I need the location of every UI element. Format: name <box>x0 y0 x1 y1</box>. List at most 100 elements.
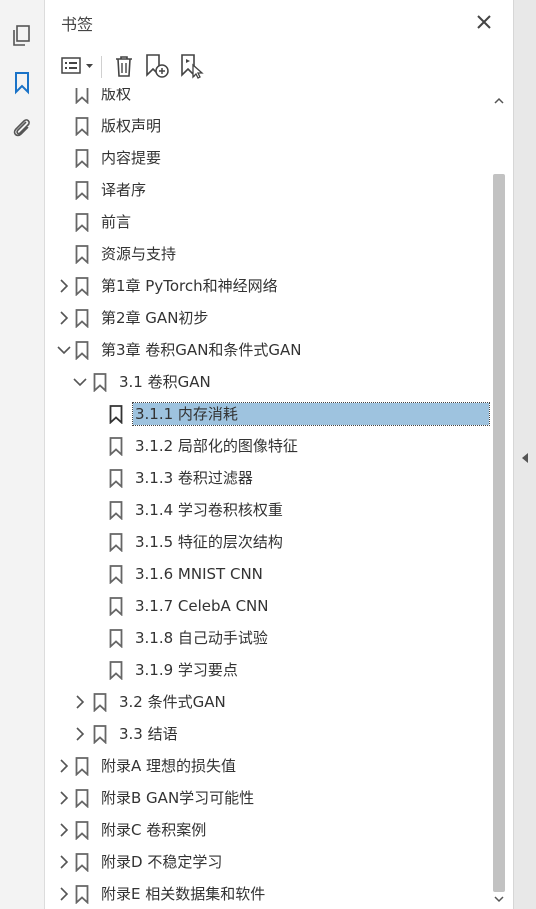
bookmark-row[interactable]: 3.1.3 卷积过滤器 <box>45 462 491 494</box>
bookmark-label[interactable]: 第3章 卷积GAN和条件式GAN <box>99 339 304 361</box>
bookmark-row[interactable]: 译者序 <box>45 174 491 206</box>
bookmark-icon <box>109 597 123 617</box>
chevron-right-icon[interactable] <box>57 278 71 294</box>
bookmark-icon <box>75 341 89 361</box>
chevron-down-icon[interactable] <box>57 342 71 358</box>
bookmark-row[interactable]: 附录A 理想的损失值 <box>45 750 491 782</box>
bookmark-label[interactable]: 3.1.9 学习要点 <box>133 659 240 681</box>
scroll-down-icon[interactable] <box>491 893 507 905</box>
bookmark-row[interactable]: 3.1 卷积GAN <box>45 366 491 398</box>
bookmark-label[interactable]: 3.1.4 学习卷积核权重 <box>133 499 285 521</box>
bookmark-row[interactable]: 附录B GAN学习可能性 <box>45 782 491 814</box>
navigation-rail <box>0 0 45 909</box>
bookmark-row[interactable]: 附录C 卷积案例 <box>45 814 491 846</box>
bookmark-icon <box>109 469 123 489</box>
bookmark-row[interactable]: 3.1.9 学习要点 <box>45 654 491 686</box>
bookmark-label[interactable]: 版权声明 <box>99 115 163 137</box>
bookmark-icon <box>75 853 89 873</box>
bookmark-row[interactable]: 3.1.7 CelebA CNN <box>45 590 491 622</box>
bookmark-row[interactable]: 3.1.8 自己动手试验 <box>45 622 491 654</box>
bookmark-select-icon[interactable] <box>179 52 205 80</box>
bookmark-label[interactable]: 第2章 GAN初步 <box>99 307 210 329</box>
bookmark-label[interactable]: 3.2 条件式GAN <box>117 691 228 713</box>
bookmark-label[interactable]: 附录D 不稳定学习 <box>99 851 224 873</box>
toolbar-separator <box>101 56 102 78</box>
bookmark-icon <box>75 88 89 105</box>
scrollbar-thumb[interactable] <box>493 174 505 892</box>
bookmark-icon <box>75 885 89 905</box>
scroll-up-icon[interactable] <box>491 95 507 107</box>
bookmark-icon <box>109 533 123 553</box>
bookmark-label[interactable]: 3.1.2 局部化的图像特征 <box>133 435 300 457</box>
bookmark-row[interactable]: 第3章 卷积GAN和条件式GAN <box>45 334 491 366</box>
close-icon[interactable] <box>473 11 495 33</box>
chevron-right-icon[interactable] <box>57 886 71 902</box>
bookmarks-icon[interactable] <box>8 69 36 97</box>
panel-title: 书签 <box>61 15 94 34</box>
vertical-scrollbar[interactable] <box>491 90 507 909</box>
bookmark-label[interactable]: 3.1.6 MNIST CNN <box>133 563 265 585</box>
bookmark-row[interactable]: 版权声明 <box>45 110 491 142</box>
bookmark-label[interactable]: 第1章 PyTorch和神经网络 <box>99 275 280 297</box>
bookmark-label[interactable]: 3.3 结语 <box>117 723 180 745</box>
collapse-left-icon[interactable] <box>520 452 530 464</box>
chevron-right-icon[interactable] <box>57 854 71 870</box>
bookmark-label[interactable]: 3.1.7 CelebA CNN <box>133 595 271 617</box>
chevron-right-icon[interactable] <box>57 758 71 774</box>
bookmark-label[interactable]: 3.1.1 内存消耗 <box>132 402 490 426</box>
bookmark-icon <box>109 501 123 521</box>
bookmark-icon <box>75 117 89 137</box>
bookmark-row[interactable]: 附录D 不稳定学习 <box>45 846 491 878</box>
bookmark-row[interactable]: 3.1.4 学习卷积核权重 <box>45 494 491 526</box>
bookmark-row[interactable]: 3.1.1 内存消耗 <box>45 398 491 430</box>
bookmark-row[interactable]: 3.1.2 局部化的图像特征 <box>45 430 491 462</box>
bookmark-icon <box>75 277 89 297</box>
pages-icon[interactable] <box>8 22 36 50</box>
chevron-right-icon[interactable] <box>57 822 71 838</box>
bookmark-label[interactable]: 附录A 理想的损失值 <box>99 755 238 777</box>
bookmark-icon <box>109 437 123 457</box>
bookmark-icon <box>109 405 123 425</box>
bookmark-row[interactable]: 前言 <box>45 206 491 238</box>
bookmark-row[interactable]: 版权 <box>45 88 491 110</box>
bookmark-tree: 版权版权声明内容提要译者序前言资源与支持第1章 PyTorch和神经网络 第2章 … <box>45 88 491 909</box>
bookmark-label[interactable]: 附录B GAN学习可能性 <box>99 787 256 809</box>
bookmark-label[interactable]: 附录E 相关数据集和软件 <box>99 883 267 905</box>
bookmark-label[interactable]: 3.1.8 自己动手试验 <box>133 627 270 649</box>
chevron-right-icon[interactable] <box>57 310 71 326</box>
panel-collapse-strip[interactable] <box>513 0 536 909</box>
bookmark-label[interactable]: 版权 <box>99 88 133 105</box>
bookmark-row[interactable]: 3.1.6 MNIST CNN <box>45 558 491 590</box>
bookmark-label[interactable]: 资源与支持 <box>99 243 178 265</box>
attachments-icon[interactable] <box>8 114 36 142</box>
bookmark-row[interactable]: 内容提要 <box>45 142 491 174</box>
bookmark-row[interactable]: 3.2 条件式GAN <box>45 686 491 718</box>
bookmark-row[interactable]: 附录E 相关数据集和软件 <box>45 878 491 909</box>
bookmark-label[interactable]: 译者序 <box>99 179 148 201</box>
chevron-right-icon[interactable] <box>73 726 87 742</box>
bookmark-icon <box>93 693 107 713</box>
bookmark-row[interactable]: 第1章 PyTorch和神经网络 <box>45 270 491 302</box>
bookmark-label[interactable]: 内容提要 <box>99 147 163 169</box>
bookmark-icon <box>75 213 89 233</box>
bookmark-label[interactable]: 附录C 卷积案例 <box>99 819 208 841</box>
new-bookmark-icon[interactable] <box>144 52 170 80</box>
bookmark-icon <box>93 373 107 393</box>
chevron-right-icon[interactable] <box>57 790 71 806</box>
chevron-right-icon[interactable] <box>73 694 87 710</box>
bookmark-label[interactable]: 3.1.3 卷积过滤器 <box>133 467 255 489</box>
bookmark-label[interactable]: 3.1 卷积GAN <box>117 371 213 393</box>
list-options-icon[interactable] <box>59 52 97 80</box>
bookmark-icon <box>75 309 89 329</box>
chevron-down-icon[interactable] <box>73 374 87 390</box>
bookmark-row[interactable]: 3.1.5 特征的层次结构 <box>45 526 491 558</box>
bookmark-label[interactable]: 前言 <box>99 211 133 233</box>
trash-icon[interactable] <box>111 52 137 80</box>
bookmark-label[interactable]: 3.1.5 特征的层次结构 <box>133 531 285 553</box>
bookmark-row[interactable]: 3.3 结语 <box>45 718 491 750</box>
panel-header: 书签 <box>45 0 513 44</box>
bookmark-row[interactable]: 第2章 GAN初步 <box>45 302 491 334</box>
bookmark-row[interactable]: 资源与支持 <box>45 238 491 270</box>
bookmark-icon <box>75 757 89 777</box>
bookmark-icon <box>109 629 123 649</box>
